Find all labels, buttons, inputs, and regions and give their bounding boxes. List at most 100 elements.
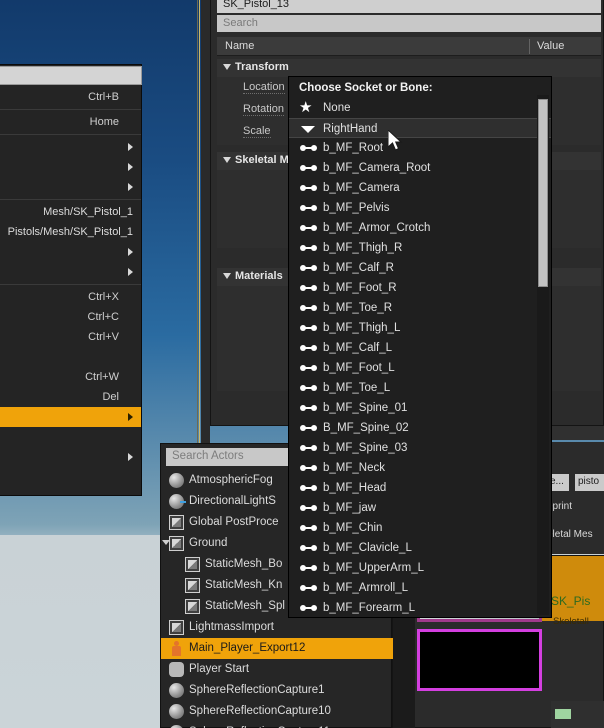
mouse-cursor	[388, 130, 403, 151]
context-menu-item[interactable]: Pistols/Mesh/SK_Pistol_1	[0, 222, 141, 242]
context-menu-item[interactable]	[0, 447, 141, 467]
context-menu-shortcut: Home	[89, 116, 119, 128]
bone-list-item[interactable]: b_MF_Chin	[289, 518, 551, 538]
bone-list-item[interactable]: b_MF_Spine_01	[289, 398, 551, 418]
outliner-row-label: SphereReflectionCapture11	[189, 722, 330, 728]
bone-icon	[299, 378, 319, 398]
outliner-row[interactable]: SphereReflectionCapture11	[161, 722, 393, 728]
outliner-row-label: SphereReflectionCapture10	[189, 705, 331, 717]
location-label: Location	[243, 81, 285, 94]
chevron-right-icon	[128, 413, 133, 421]
context-menu-item[interactable]	[0, 137, 141, 157]
chevron-right-icon	[128, 163, 133, 171]
context-menu-item[interactable]	[0, 407, 141, 427]
bone-icon	[299, 138, 319, 158]
bone-list-item[interactable]: b_MF_Spine_03	[289, 438, 551, 458]
outliner-row[interactable]: Main_Player_Export12	[161, 638, 393, 659]
bone-list-item[interactable]: b_MF_Root	[289, 138, 551, 158]
details-search-input[interactable]: Search	[217, 15, 601, 32]
context-menu-rows: Ctrl+B Home Mesh/SK_Pistol_1 Pistols/Mesh/S…	[0, 87, 141, 467]
bone-list-item[interactable]: RightHand	[289, 118, 551, 138]
bone-list-item[interactable]: B_MF_Spine_02	[289, 418, 551, 438]
star-icon	[299, 98, 319, 118]
bone-list-item[interactable]: b_MF_Toe_L	[289, 378, 551, 398]
context-menu-item[interactable]: Del	[0, 387, 141, 407]
bone-icon	[299, 258, 319, 278]
context-menu-item[interactable]	[0, 427, 141, 447]
bone-icon	[299, 538, 319, 558]
bone-list-item[interactable]: b_MF_Calf_R	[289, 258, 551, 278]
bone-icon	[299, 438, 319, 458]
context-menu-item[interactable]: Ctrl+V	[0, 327, 141, 347]
bone-icon	[299, 558, 319, 578]
context-menu-item[interactable]	[0, 347, 141, 367]
bone-list-item[interactable]: b_MF_Head	[289, 478, 551, 498]
bone-list-item[interactable]: b_MF_Thigh_L	[289, 318, 551, 338]
bone-list-item[interactable]: b_MF_Thigh_R	[289, 238, 551, 258]
rotation-label: Rotation	[243, 103, 284, 116]
bone-list-item[interactable]: b_MF_UpperArm_L	[289, 558, 551, 578]
unreal-editor-window: ame/Weap it Textu e... pisto eprint elet…	[0, 0, 604, 728]
bone-list-item[interactable]: b_MF_Neck	[289, 458, 551, 478]
bone-list-item[interactable]: b_MF_Foot_L	[289, 358, 551, 378]
bone-icon	[299, 318, 319, 338]
bone-list-item[interactable]: b_MF_Toe_R	[289, 298, 551, 318]
bone-list-item[interactable]: b_MF_Clavicle_L	[289, 538, 551, 558]
details-column-header: Name Value	[217, 37, 601, 56]
outliner-row[interactable]: Player Start	[161, 659, 393, 680]
context-menu-item[interactable]	[0, 242, 141, 262]
bone-list-item[interactable]: None	[289, 98, 551, 118]
context-menu-search-input[interactable]	[0, 66, 142, 85]
bone-icon	[299, 178, 319, 198]
bone-list-item[interactable]: b_MF_Foot_R	[289, 278, 551, 298]
chevron-right-icon	[128, 248, 133, 256]
outliner-row[interactable]: SphereReflectionCapture10	[161, 701, 393, 722]
bone-list-item-label: b_MF_Chin	[323, 522, 383, 534]
context-menu-path: Mesh/SK_Pistol_1	[43, 206, 133, 218]
bone-list-item-label: b_MF_Foot_L	[323, 362, 395, 374]
bone-list-item-label: b_MF_Toe_R	[323, 302, 393, 314]
chevron-right-icon	[128, 453, 133, 461]
asset-tile-partial[interactable]	[551, 701, 604, 728]
bone-list-item[interactable]: b_MF_Armor_Crotch	[289, 218, 551, 238]
bone-icon	[299, 578, 319, 598]
asset-title: SK_Pistol_13	[217, 0, 601, 13]
bone-list-item[interactable]: b_MF_Camera_Root	[289, 158, 551, 178]
context-menu-item[interactable]	[0, 262, 141, 282]
bone-list-item[interactable]: b_MF_Calf_L	[289, 338, 551, 358]
context-menu-item[interactable]: Ctrl+C	[0, 307, 141, 327]
bone-list-scrollbar-thumb[interactable]	[538, 99, 548, 287]
bone-list-item-label: None	[323, 102, 351, 114]
socket-bone-dropdown: Choose Socket or Bone: None RightHand b_MF…	[288, 76, 552, 618]
asset-thumbnail-dark[interactable]	[417, 629, 542, 691]
context-menu-path: Pistols/Mesh/SK_Pistol_1	[7, 226, 133, 238]
bone-list-item[interactable]: b_MF_Armroll_L	[289, 578, 551, 598]
volume-icon	[169, 515, 184, 530]
context-menu-item[interactable]	[0, 157, 141, 177]
context-menu-item[interactable]: Mesh/SK_Pistol_1	[0, 202, 141, 222]
context-menu-item[interactable]	[0, 177, 141, 197]
chevron-right-icon	[128, 143, 133, 151]
volume-icon	[169, 620, 184, 635]
bone-list-item-label: b_MF_Spine_01	[323, 402, 408, 414]
outliner-row[interactable]: SphereReflectionCapture1	[161, 680, 393, 701]
context-menu-item[interactable]: Ctrl+W	[0, 367, 141, 387]
bone-icon	[299, 398, 319, 418]
context-menu-shortcut: Ctrl+V	[88, 331, 119, 343]
transform-section-header[interactable]: Transform	[217, 59, 601, 77]
bone-list-item[interactable]: b_MF_jaw	[289, 498, 551, 518]
context-menu: Ctrl+B Home Mesh/SK_Pistol_1 Pistols/Mesh/S…	[0, 64, 142, 496]
outliner-row[interactable]: LightmassImport	[161, 617, 393, 638]
pistol-button[interactable]: pisto	[575, 474, 604, 491]
context-menu-item[interactable]: Ctrl+B	[0, 87, 141, 107]
light-icon	[169, 494, 186, 509]
context-menu-item[interactable]: Ctrl+X	[0, 287, 141, 307]
skeletal-mesh-label: eletal Mes	[547, 529, 593, 540]
context-menu-shortcut: Ctrl+C	[87, 311, 119, 323]
bone-icon	[299, 298, 319, 318]
context-menu-item[interactable]: Home	[0, 112, 141, 132]
bone-list-item[interactable]: b_MF_Camera	[289, 178, 551, 198]
bone-icon	[299, 498, 319, 518]
bone-list-item[interactable]: b_MF_Pelvis	[289, 198, 551, 218]
bone-list-item[interactable]: b_MF_Forearm_L	[289, 598, 551, 618]
